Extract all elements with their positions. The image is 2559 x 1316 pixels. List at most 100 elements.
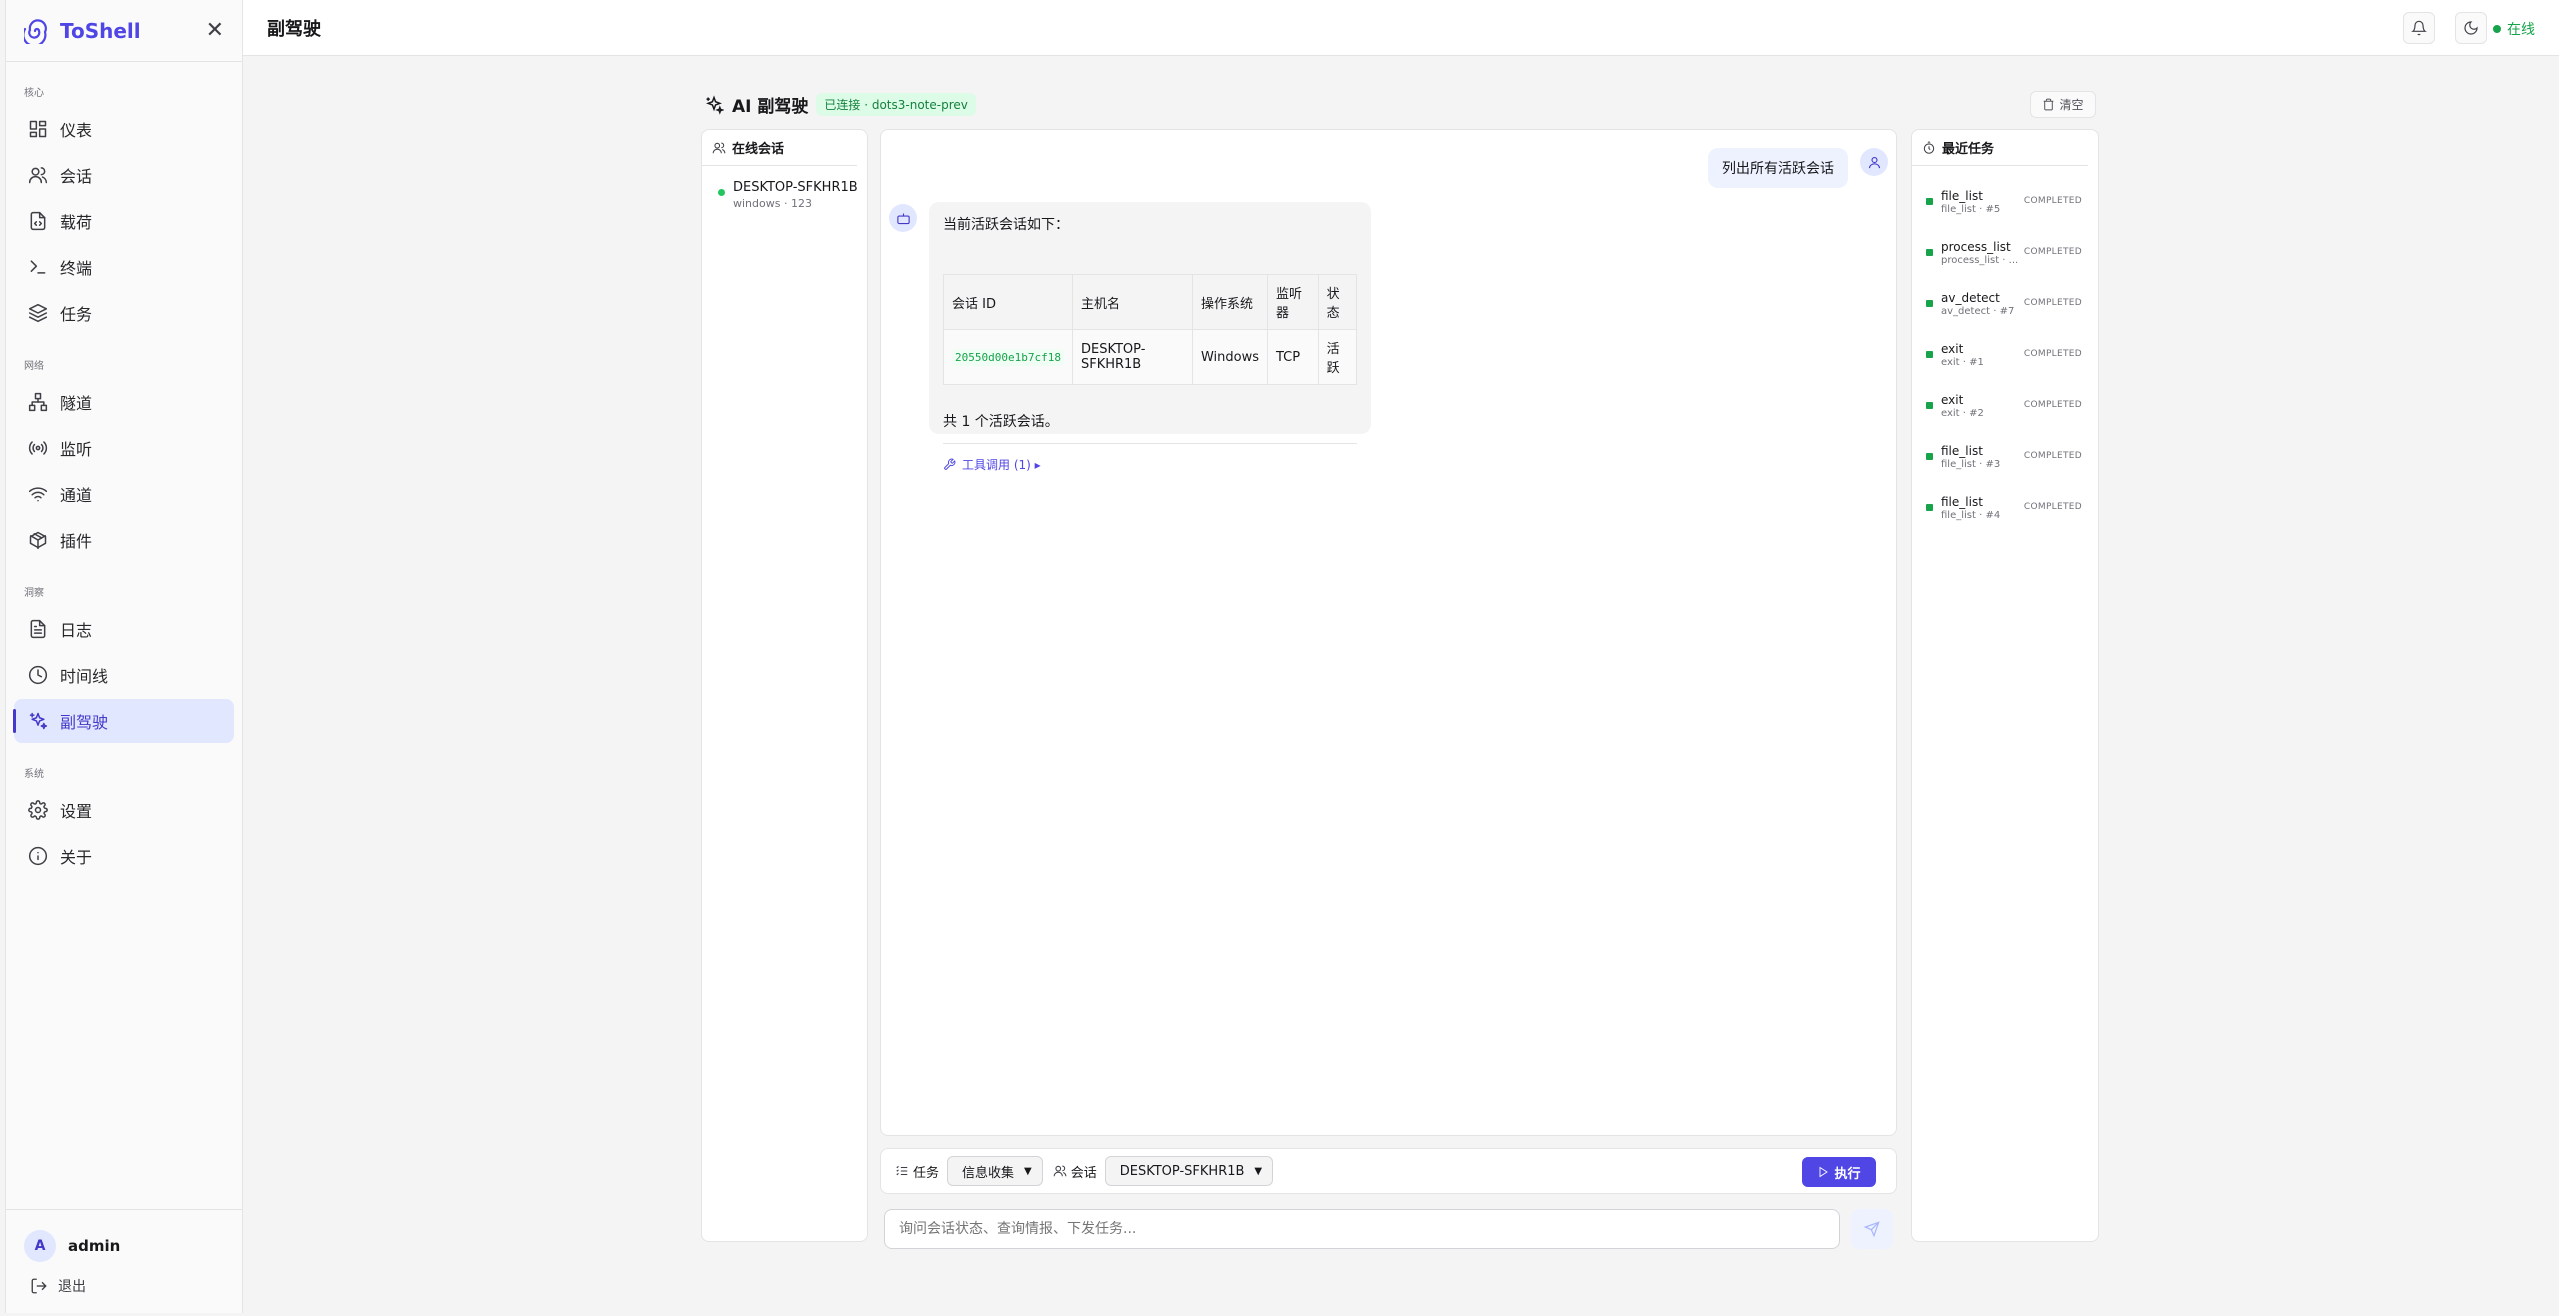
task-name: file_list — [1941, 188, 1983, 203]
task-list: file_list file_list · #5 COMPLETED process… — [1912, 166, 2098, 533]
chat-input[interactable] — [884, 1209, 1840, 1249]
user-icon — [1868, 156, 1880, 168]
task-select[interactable]: 信息收集 ▼ — [947, 1156, 1043, 1186]
task-item[interactable]: exit exit · #1 COMPLETED — [1912, 329, 2098, 380]
play-icon — [1820, 1166, 1829, 1178]
user-avatar — [1860, 148, 1888, 176]
online-sessions-header: 在线会话 — [702, 130, 857, 166]
task-status: COMPLETED — [2023, 349, 2082, 359]
task-meta: process_list · ... — [1941, 254, 2019, 266]
nav-group-label: 洞察 — [24, 588, 44, 599]
wifi-icon — [28, 487, 48, 502]
sidebar-item-label: 时间线 — [60, 667, 109, 686]
clear-button[interactable]: 清空 — [2030, 91, 2096, 118]
table-header: 状态 — [1317, 274, 1358, 330]
task-item[interactable]: file_list file_list · #5 COMPLETED — [1912, 176, 2098, 227]
bot-message: 当前活跃会话如下： 会话 ID 主机名 操作系统 监听器 状态 20550d00… — [929, 202, 1371, 472]
sidebar-item-copilot[interactable]: 副驾驶 — [13, 699, 234, 743]
sidebar-item-tunnels[interactable]: 隧道 — [14, 380, 234, 424]
connection-badge: 已连接 · dots3-note-prev — [816, 93, 976, 116]
table-header: 主机名 — [1071, 274, 1193, 330]
logout-button[interactable]: 退出 — [6, 1262, 242, 1296]
users-icon — [28, 167, 48, 184]
table-header: 操作系统 — [1191, 274, 1269, 330]
status-square-icon — [1926, 504, 1933, 511]
table-cell: 20550d00e1b7cf18 — [943, 329, 1073, 385]
recent-tasks-header: 最近任务 — [1912, 130, 2088, 166]
sidebar-item-sessions[interactable]: 会话 — [14, 153, 234, 197]
timer-icon — [1923, 141, 1935, 154]
sidebar-item-channels[interactable]: 通道 — [14, 472, 234, 516]
copilot-title: AI 副驾驶 已连接 · dots3-note-prev — [704, 92, 976, 117]
task-status: COMPLETED — [2023, 400, 2082, 410]
task-select-value: 信息收集 — [962, 1165, 1015, 1181]
info-icon — [28, 846, 48, 866]
logout-label: 退出 — [58, 1279, 86, 1295]
task-status: COMPLETED — [2023, 502, 2082, 512]
notifications-button[interactable] — [2403, 12, 2435, 44]
grid-icon — [29, 120, 47, 138]
gear-icon — [28, 800, 48, 820]
task-item[interactable]: av_detect av_detect · #7 COMPLETED — [1912, 278, 2098, 329]
chevron-down-icon: ▼ — [1024, 1165, 1032, 1177]
terminal-icon — [30, 260, 46, 274]
user-block: A admin 退出 — [6, 1209, 242, 1313]
copilot-title-text: AI 副驾驶 — [732, 97, 809, 117]
sidebar-item-label: 日志 — [60, 621, 93, 640]
sidebar-item-payloads[interactable]: 载荷 — [14, 199, 234, 243]
task-status: COMPLETED — [2023, 196, 2082, 206]
sidebar-item-logs[interactable]: 日志 — [14, 607, 234, 651]
status-square-icon — [1926, 300, 1933, 307]
table-cell: 活跃 — [1317, 329, 1358, 385]
sidebar-item-label: 监听 — [60, 440, 93, 459]
task-item[interactable]: process_list process_list · ... COMPLETED — [1912, 227, 2098, 278]
logout-icon — [31, 1278, 47, 1294]
table-cell: Windows — [1191, 329, 1269, 385]
status-square-icon — [1926, 249, 1933, 256]
sparkles-icon — [29, 712, 48, 730]
sidebar-item-settings[interactable]: 设置 — [14, 788, 234, 832]
task-item[interactable]: file_list file_list · #3 COMPLETED — [1912, 431, 2098, 482]
send-button[interactable] — [1851, 1209, 1893, 1249]
sidebar: ToShell ✕ 核心 仪表 会话 载荷 终端 任务 网络 隧道 监听 通道 … — [5, 0, 243, 1313]
users-icon — [712, 142, 726, 153]
close-sidebar-icon[interactable]: ✕ — [206, 18, 224, 43]
sidebar-item-dashboard[interactable]: 仪表 — [14, 107, 234, 151]
task-meta: file_list · #4 — [1941, 509, 2001, 521]
task-item[interactable]: file_list file_list · #4 COMPLETED — [1912, 482, 2098, 533]
user-row[interactable]: A admin — [6, 1210, 242, 1262]
session-select[interactable]: DESKTOP-SFKHR1B ▼ — [1104, 1156, 1274, 1186]
sidebar-item-plugins[interactable]: 插件 — [14, 518, 234, 562]
task-item[interactable]: exit exit · #2 COMPLETED — [1912, 380, 2098, 431]
user-message: 列出所有活跃会话 — [1708, 148, 1848, 188]
users-icon — [1053, 1165, 1067, 1177]
theme-toggle-button[interactable] — [2455, 12, 2487, 44]
clock-icon — [28, 665, 48, 685]
connection-status: 在线 — [2493, 19, 2535, 39]
tool-call-toggle[interactable]: 工具调用 (1) ▸ — [943, 443, 1357, 473]
task-name: exit — [1941, 341, 1964, 356]
send-icon — [1864, 1221, 1880, 1237]
sidebar-item-label: 隧道 — [60, 394, 93, 413]
session-item[interactable]: DESKTOP-SFKHR1B windows · 123 — [702, 166, 867, 210]
sidebar-item-label: 副驾驶 — [60, 713, 109, 732]
sidebar-item-terminal[interactable]: 终端 — [14, 245, 234, 289]
user-name: admin — [68, 1237, 121, 1255]
execute-button[interactable]: 执行 — [1802, 1157, 1876, 1187]
sidebar-item-listeners[interactable]: 监听 — [14, 426, 234, 470]
sidebar-item-timeline[interactable]: 时间线 — [14, 653, 234, 697]
bot-icon — [896, 213, 910, 224]
sidebar-item-label: 设置 — [60, 802, 93, 821]
file-text-icon — [30, 619, 46, 639]
sidebar-item-label: 仪表 — [60, 121, 93, 140]
sidebar-item-tasks[interactable]: 任务 — [14, 291, 234, 335]
session-select-value: DESKTOP-SFKHR1B — [1119, 1163, 1245, 1179]
sidebar-item-label: 插件 — [60, 532, 93, 551]
radio-icon — [28, 441, 48, 455]
wrench-icon — [944, 458, 956, 470]
sidebar-item-about[interactable]: 关于 — [14, 834, 234, 878]
list-icon — [896, 1165, 908, 1176]
tool-call-label: 工具调用 (1) ▸ — [962, 458, 1041, 472]
file-code-icon — [30, 211, 46, 231]
app-name: ToShell — [60, 18, 141, 43]
